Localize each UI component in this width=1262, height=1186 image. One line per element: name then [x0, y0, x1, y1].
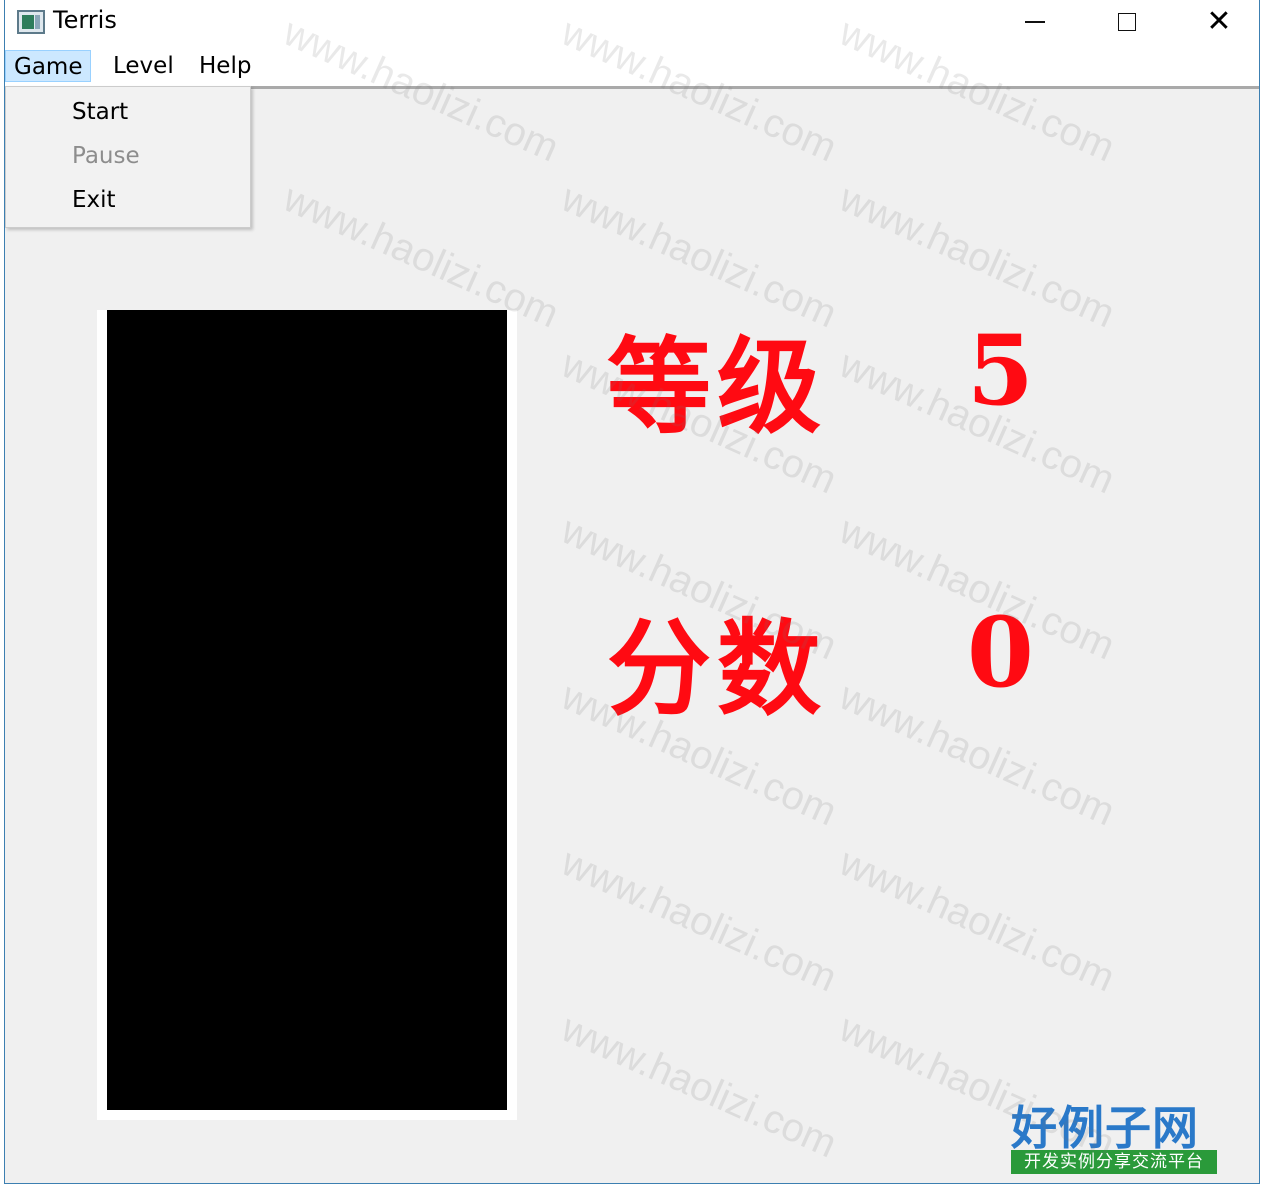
menu-game[interactable]: Game: [5, 50, 92, 82]
watermark: www.haolizi.com: [833, 840, 1122, 1001]
logo-text: 好例子网: [1011, 1101, 1199, 1155]
close-button[interactable]: ✕: [1173, 0, 1259, 44]
window-title: Terris: [53, 6, 117, 34]
maximize-button[interactable]: [1081, 0, 1173, 44]
game-board-frame: [97, 310, 517, 1120]
site-logo: 好例子网 开发实例分享交流平台: [1011, 1092, 1217, 1176]
watermark: www.haolizi.com: [555, 840, 844, 1001]
logo-tagline: 开发实例分享交流平台: [1011, 1150, 1217, 1174]
close-icon: ✕: [1206, 4, 1232, 39]
app-icon: [17, 10, 45, 34]
game-board[interactable]: [107, 310, 507, 1110]
level-value: 5: [967, 314, 1034, 427]
menu-item-exit[interactable]: Exit: [72, 187, 116, 213]
menu-level[interactable]: Level: [105, 50, 182, 82]
score-value: 0: [967, 596, 1034, 709]
maximize-icon: [1118, 13, 1136, 31]
minimize-icon: [1025, 21, 1045, 23]
title-bar[interactable]: Terris ✕: [5, 0, 1259, 44]
game-menu-dropdown: Start Pause Exit: [5, 86, 251, 228]
minimize-button[interactable]: [989, 0, 1081, 44]
level-label: 等级: [607, 325, 828, 448]
menu-help[interactable]: Help: [191, 50, 259, 82]
score-label: 分数: [607, 607, 828, 730]
watermark: www.haolizi.com: [555, 1006, 844, 1167]
menu-item-start[interactable]: Start: [72, 99, 128, 125]
app-window: Terris ✕ Game Level Help Start Pause Exi…: [4, 0, 1260, 1184]
menu-bar: Game Level Help: [5, 44, 1259, 89]
menu-item-pause: Pause: [72, 143, 140, 169]
